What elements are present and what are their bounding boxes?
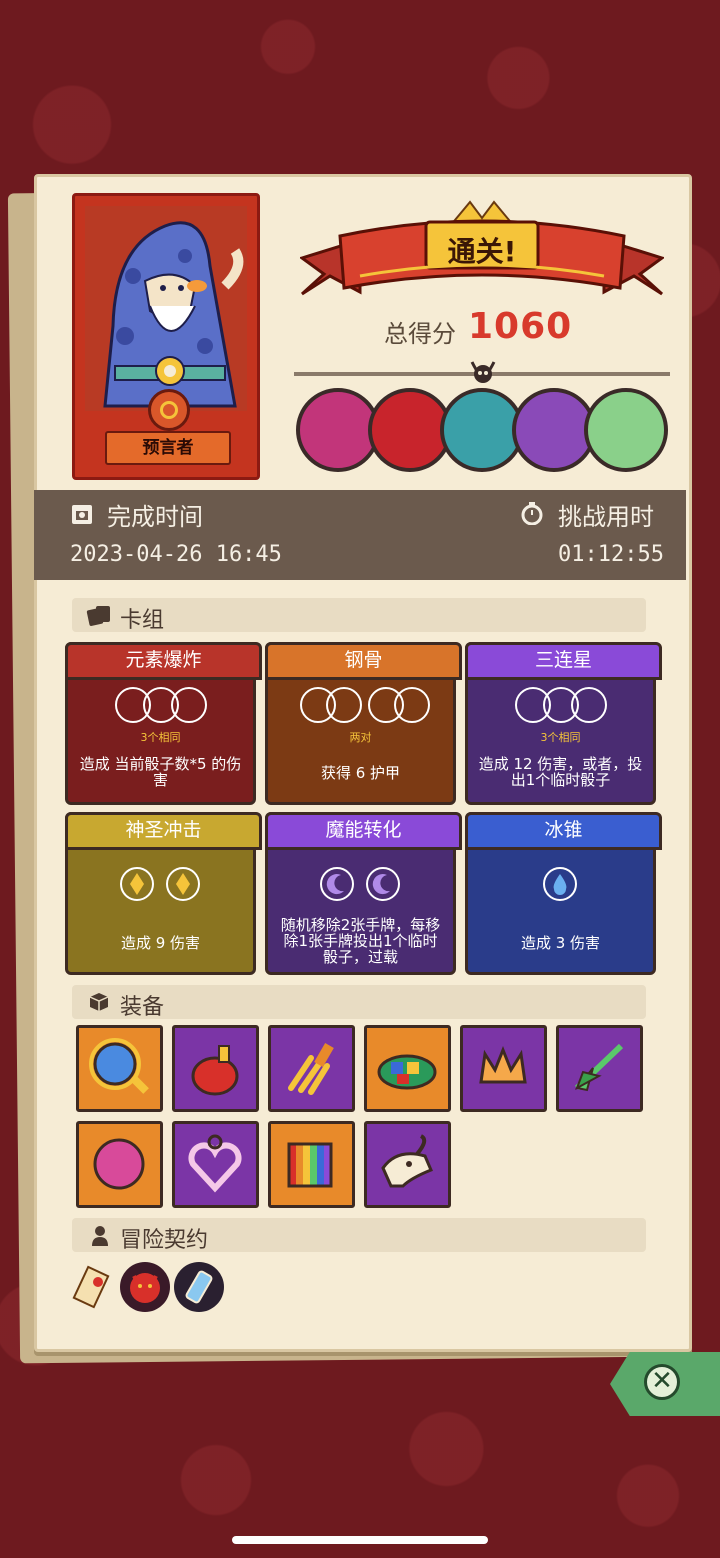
hero-name: 预言者: [105, 431, 231, 465]
person-icon: [92, 1226, 108, 1246]
score-value: 1060: [468, 306, 573, 347]
diamond-dice-icon: [120, 867, 154, 901]
calendar-icon: [72, 505, 92, 524]
golden-fork-icon[interactable]: [268, 1025, 355, 1112]
red-demon-icon[interactable]: [120, 1262, 170, 1312]
water-drop-dice-icon: [543, 867, 577, 901]
diamond-dice-icon: [166, 867, 200, 901]
moon-dice-icon: [366, 867, 400, 901]
dice-slot-icon: [394, 687, 430, 723]
card-description: 造成 9 伤害: [120, 934, 201, 952]
close-icon[interactable]: ✕: [644, 1364, 680, 1400]
card-description: 造成 当前骰子数*5 的伤害: [79, 755, 242, 789]
score-label: 总得分: [384, 320, 456, 348]
dice-slot-icon: [326, 687, 362, 723]
dice-slot-icon: [171, 687, 207, 723]
home-indicator[interactable]: [232, 1536, 488, 1544]
hero-card: 预言者: [72, 193, 260, 480]
card-title: 元素爆炸: [65, 642, 262, 680]
card-title: 三连星: [465, 642, 662, 680]
card-steel-bone[interactable]: 钢骨 两对 获得 6 护甲: [265, 642, 462, 805]
card-title: 钢骨: [265, 642, 462, 680]
cards-icon: [86, 606, 110, 626]
scroll-icon[interactable]: [70, 1262, 120, 1312]
red-potion-icon[interactable]: [172, 1025, 259, 1112]
card-condition: 两对: [349, 731, 372, 744]
card-ice-cone[interactable]: 冰锥 造成 3 伤害: [465, 812, 662, 975]
stopwatch-icon: [521, 502, 543, 525]
card-description: 随机移除2张手牌，每移除1张手牌投出1个临时骰子，过载: [280, 916, 441, 966]
challenge-time-value: 01:12:55: [558, 542, 664, 567]
magic-mirror-icon[interactable]: [76, 1025, 163, 1112]
dragon-skull-icon[interactable]: [364, 1121, 451, 1208]
complete-time-label: 完成时间: [107, 503, 203, 531]
card-title: 神圣冲击: [65, 812, 262, 850]
hero-emblem-icon: [148, 389, 190, 431]
elf-queen-boss-icon: [584, 388, 668, 472]
card-mana-conversion[interactable]: 魔能转化 随机移除2张手牌，每移除1张手牌投出1个临时骰子，过载: [265, 812, 462, 975]
card-holy-strike[interactable]: 神圣冲击 造成 9 伤害: [65, 812, 262, 975]
card-description: 获得 6 护甲: [320, 764, 401, 782]
card-description: 造成 3 伤害: [520, 934, 601, 952]
horned-skull-icon: [470, 361, 496, 383]
victory-banner: 通关!: [298, 196, 666, 306]
moon-orb-icon[interactable]: [76, 1121, 163, 1208]
challenge-time-label: 挑战用时: [558, 503, 654, 531]
card-title: 魔能转化: [265, 812, 462, 850]
card-elemental-burst[interactable]: 元素爆炸 3个相同 造成 当前骰子数*5 的伤害: [65, 642, 262, 805]
card-title: 冰锥: [465, 812, 662, 850]
wizard-portrait-icon: [85, 206, 247, 411]
blue-potion-icon[interactable]: [174, 1262, 224, 1312]
equipment-title: 装备: [120, 995, 165, 1020]
heart-necklace-icon[interactable]: [172, 1121, 259, 1208]
dice-slot-icon: [571, 687, 607, 723]
box-icon: [89, 993, 109, 1011]
card-condition: 3个相同: [540, 731, 581, 744]
card-triple-star[interactable]: 三连星 3个相同 造成 12 伤害，或者，投出1个临时骰子: [465, 642, 662, 805]
complete-time-value: 2023-04-26 16:45: [70, 542, 282, 567]
snake-dice-icon[interactable]: [364, 1025, 451, 1112]
contracts-title: 冒险契约: [120, 1228, 209, 1253]
moon-dice-icon: [320, 867, 354, 901]
boss-list: [296, 388, 676, 474]
rainbow-book-icon[interactable]: [268, 1121, 355, 1208]
deck-title: 卡组: [120, 608, 165, 633]
crown-icon[interactable]: [460, 1025, 547, 1112]
victory-title: 通关!: [447, 235, 517, 268]
green-dart-icon[interactable]: [556, 1025, 643, 1112]
card-condition: 3个相同: [140, 731, 181, 744]
card-description: 造成 12 伤害，或者，投出1个临时骰子: [478, 755, 643, 789]
